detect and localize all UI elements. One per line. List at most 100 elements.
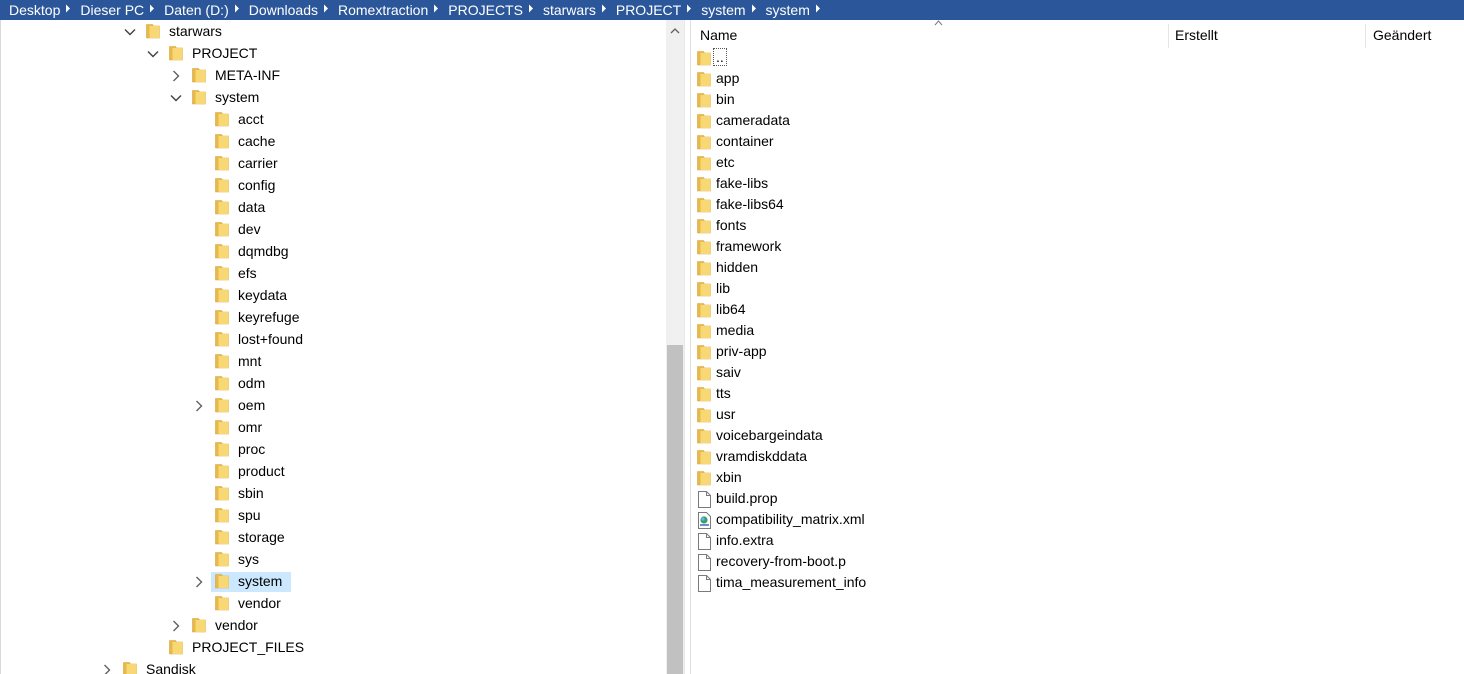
breadcrumb-arrow-icon[interactable] xyxy=(525,4,534,16)
list-item-folder[interactable]: hidden xyxy=(692,258,1162,279)
tree-item-keydata[interactable]: keydata xyxy=(1,285,667,307)
list-item-folder[interactable]: cameradata xyxy=(692,111,1162,132)
list-item-folder[interactable]: voicebargeindata xyxy=(692,426,1162,447)
tree-item-system[interactable]: system xyxy=(1,87,667,109)
breadcrumb-arrow-icon[interactable] xyxy=(812,4,821,16)
tree-item-acct[interactable]: acct xyxy=(1,109,667,131)
breadcrumb-item-10[interactable]: system xyxy=(757,2,821,18)
tree-item-dqmdbg[interactable]: dqmdbg xyxy=(1,241,667,263)
breadcrumb-item-8[interactable]: PROJECT xyxy=(607,2,692,18)
tree-item-product[interactable]: product xyxy=(1,461,667,483)
breadcrumb-item-2[interactable]: Dieser PC xyxy=(71,2,155,18)
tree-item-vendor[interactable]: vendor xyxy=(1,615,667,637)
breadcrumb-arrow-icon[interactable] xyxy=(231,4,240,16)
tree-item-sys[interactable]: sys xyxy=(1,549,667,571)
tree-item-omr[interactable]: omr xyxy=(1,417,667,439)
breadcrumb-item-4[interactable]: Downloads xyxy=(240,2,329,18)
list-item-folder[interactable]: saiv xyxy=(692,363,1162,384)
tree-item-cache[interactable]: cache xyxy=(1,131,667,153)
list-item-file[interactable]: tima_measurement_info xyxy=(692,573,1162,594)
list-item-folder[interactable]: .. xyxy=(692,48,1162,69)
tree-item-starwars[interactable]: starwars xyxy=(1,21,667,43)
chevron-right-icon[interactable] xyxy=(192,399,206,413)
list-item-folder[interactable]: fake-libs xyxy=(692,174,1162,195)
list-item-folder[interactable]: fake-libs64 xyxy=(692,195,1162,216)
folder-icon xyxy=(215,397,229,413)
column-header-modified[interactable]: Geändert xyxy=(1373,20,1431,50)
list-item-folder[interactable]: vramdiskddata xyxy=(692,447,1162,468)
breadcrumb-item-6[interactable]: PROJECTS xyxy=(439,2,534,18)
column-divider[interactable] xyxy=(1168,24,1169,48)
tree-item-project[interactable]: PROJECT xyxy=(1,43,667,65)
breadcrumb-item-9[interactable]: system xyxy=(692,2,756,18)
scroll-up-arrow-icon[interactable] xyxy=(666,20,684,42)
tree-item-system[interactable]: system xyxy=(1,571,667,593)
list-item-file[interactable]: recovery-from-boot.p xyxy=(692,552,1162,573)
folder-icon xyxy=(697,50,712,67)
folder-icon xyxy=(215,463,229,479)
tree-item-vendor[interactable]: vendor xyxy=(1,593,667,615)
chevron-right-icon[interactable] xyxy=(169,69,183,83)
tree-item-mnt[interactable]: mnt xyxy=(1,351,667,373)
breadcrumb-item-1[interactable]: Desktop xyxy=(0,2,71,18)
tree-item-sbin[interactable]: sbin xyxy=(1,483,667,505)
tree-item-label: PROJECT xyxy=(192,45,258,61)
tree-item-oem[interactable]: oem xyxy=(1,395,667,417)
tree-item-project-files[interactable]: PROJECT_FILES xyxy=(1,637,667,659)
list-item-file[interactable]: compatibility_matrix.xml xyxy=(692,510,1162,531)
folder-icon xyxy=(697,197,712,214)
list-item-folder[interactable]: priv-app xyxy=(692,342,1162,363)
tree-item-data[interactable]: data xyxy=(1,197,667,219)
breadcrumb-arrow-icon[interactable] xyxy=(598,4,607,16)
list-item-folder[interactable]: usr xyxy=(692,405,1162,426)
tree-item-odm[interactable]: odm xyxy=(1,373,667,395)
chevron-down-icon[interactable] xyxy=(146,47,160,61)
list-item-folder[interactable]: lib xyxy=(692,279,1162,300)
column-header-name[interactable]: Name xyxy=(700,20,943,50)
list-item-folder[interactable]: framework xyxy=(692,237,1162,258)
chevron-right-icon[interactable] xyxy=(100,663,114,674)
breadcrumb-item-3[interactable]: Daten (D:) xyxy=(155,2,240,18)
tree-item-meta-inf[interactable]: META-INF xyxy=(1,65,667,87)
chevron-right-icon[interactable] xyxy=(169,619,183,633)
list-item-folder[interactable]: lib64 xyxy=(692,300,1162,321)
column-divider[interactable] xyxy=(1365,24,1366,48)
tree-item-storage[interactable]: storage xyxy=(1,527,667,549)
tree-item-efs[interactable]: efs xyxy=(1,263,667,285)
list-item-file[interactable]: info.extra xyxy=(692,531,1162,552)
list-item-file[interactable]: build.prop xyxy=(692,489,1162,510)
breadcrumb-item-5[interactable]: Romextraction xyxy=(329,2,439,18)
breadcrumb-arrow-icon[interactable] xyxy=(320,4,329,16)
list-item-folder[interactable]: container xyxy=(692,132,1162,153)
breadcrumb-arrow-icon[interactable] xyxy=(62,4,71,16)
tree-item-spu[interactable]: spu xyxy=(1,505,667,527)
tree-item-sandisk[interactable]: Sandisk xyxy=(1,659,667,674)
chevron-down-icon[interactable] xyxy=(169,91,183,105)
list-item-folder[interactable]: bin xyxy=(692,90,1162,111)
pane-splitter[interactable] xyxy=(684,20,691,674)
list-item-folder[interactable]: app xyxy=(692,69,1162,90)
tree-item-keyrefuge[interactable]: keyrefuge xyxy=(1,307,667,329)
breadcrumb-arrow-icon[interactable] xyxy=(683,4,692,16)
folder-icon xyxy=(697,428,712,445)
breadcrumb-arrow-icon[interactable] xyxy=(748,4,757,16)
tree-item-proc[interactable]: proc xyxy=(1,439,667,461)
folder-icon xyxy=(169,639,183,655)
tree-item-lost-found[interactable]: lost+found xyxy=(1,329,667,351)
tree-scrollbar[interactable] xyxy=(666,20,684,674)
tree-item-config[interactable]: config xyxy=(1,175,667,197)
list-item-folder[interactable]: tts xyxy=(692,384,1162,405)
tree-item-dev[interactable]: dev xyxy=(1,219,667,241)
list-item-folder[interactable]: etc xyxy=(692,153,1162,174)
list-item-folder[interactable]: fonts xyxy=(692,216,1162,237)
column-header-created[interactable]: Erstellt xyxy=(1175,20,1218,50)
scrollbar-thumb[interactable] xyxy=(667,345,683,674)
list-item-folder[interactable]: media xyxy=(692,321,1162,342)
tree-item-carrier[interactable]: carrier xyxy=(1,153,667,175)
chevron-down-icon[interactable] xyxy=(123,25,137,39)
list-item-folder[interactable]: xbin xyxy=(692,468,1162,489)
breadcrumb-item-7[interactable]: starwars xyxy=(534,2,607,18)
breadcrumb-arrow-icon[interactable] xyxy=(430,4,439,16)
chevron-right-icon[interactable] xyxy=(192,575,206,589)
breadcrumb-arrow-icon[interactable] xyxy=(146,4,155,16)
